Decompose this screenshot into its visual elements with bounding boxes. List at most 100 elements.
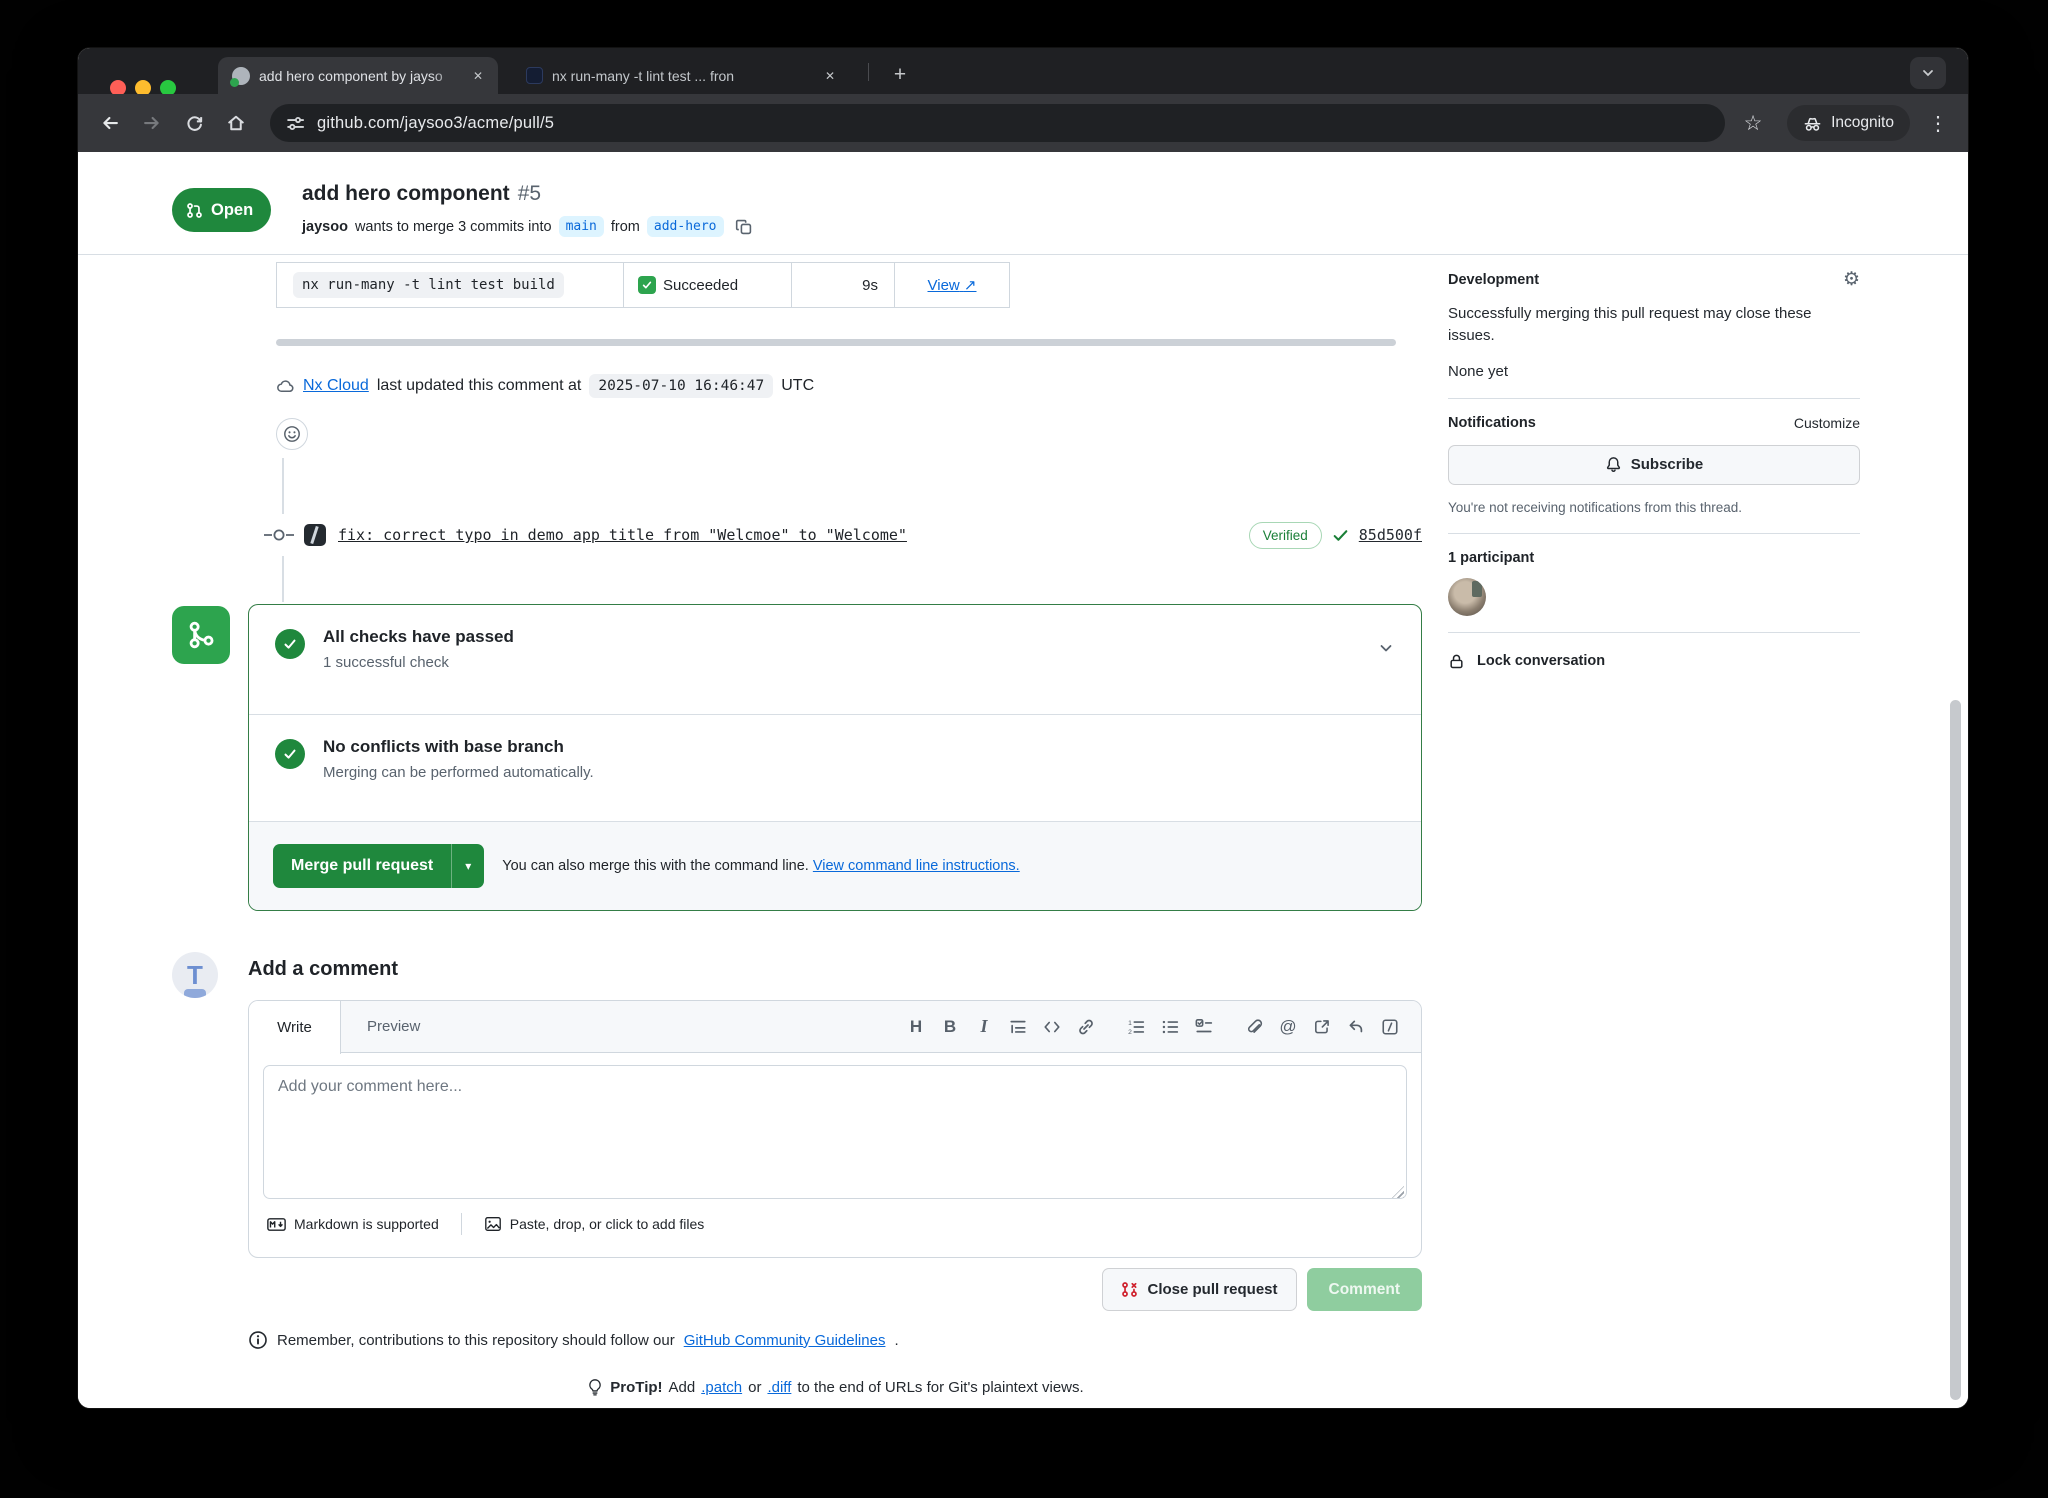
heading-icon[interactable]: H	[899, 1010, 933, 1044]
development-empty: None yet	[1448, 363, 1860, 380]
protip-label: ProTip!	[610, 1379, 662, 1396]
view-check-link[interactable]: View ↗	[928, 276, 977, 294]
checks-passed-section[interactable]: All checks have passed 1 successful chec…	[249, 605, 1421, 714]
sidebar-divider	[1448, 632, 1860, 633]
diff-link[interactable]: .diff	[767, 1379, 791, 1396]
incognito-badge: Incognito	[1787, 105, 1910, 141]
back-button[interactable]	[92, 105, 128, 141]
link-icon[interactable]	[1069, 1010, 1103, 1044]
tab-pull-request[interactable]: add hero component by jayso ✕	[218, 57, 498, 94]
from-word: from	[611, 219, 640, 235]
tab-close-icon[interactable]: ✕	[468, 66, 488, 86]
new-tab-button[interactable]: +	[884, 59, 916, 91]
unordered-list-icon[interactable]	[1153, 1010, 1187, 1044]
ordered-list-icon[interactable]: 12	[1119, 1010, 1153, 1044]
timeline-line	[282, 458, 284, 514]
git-pull-request-closed-icon	[1121, 1281, 1138, 1298]
incognito-label: Incognito	[1831, 114, 1894, 132]
merge-pull-request-button[interactable]: Merge pull request ▾	[273, 844, 484, 888]
paperclip-icon[interactable]	[1237, 1010, 1271, 1044]
timeline-line	[282, 556, 284, 602]
table-scrollbar[interactable]	[276, 339, 1396, 346]
check-status: Succeeded	[663, 277, 738, 294]
patch-link[interactable]: .patch	[701, 1379, 742, 1396]
community-guidelines-link[interactable]: GitHub Community Guidelines	[684, 1332, 886, 1349]
pr-merge-text: wants to merge 3 commits into	[355, 219, 552, 235]
git-commit-icon	[264, 527, 294, 543]
page-scrollbar[interactable]	[1950, 700, 1961, 1400]
protip-note: ProTip! Add .patch or .diff to the end o…	[248, 1378, 1422, 1396]
bot-timezone: UTC	[781, 377, 814, 395]
cross-reference-icon[interactable]	[1305, 1010, 1339, 1044]
tab-search-button[interactable]	[1910, 57, 1946, 89]
check-icon	[1332, 527, 1349, 544]
mention-icon[interactable]: @	[1271, 1010, 1305, 1044]
head-branch-chip[interactable]: add-hero	[647, 216, 724, 237]
lock-conversation-button[interactable]: Lock conversation	[1448, 653, 1860, 670]
customize-link[interactable]: Customize	[1794, 415, 1860, 431]
no-conflicts-title: No conflicts with base branch	[323, 737, 594, 757]
browser-window: add hero component by jayso ✕ nx run-man…	[78, 48, 1968, 1408]
tab-close-icon[interactable]: ✕	[820, 66, 840, 86]
bot-update-line: Nx Cloud last updated this comment at 20…	[276, 374, 814, 398]
current-user-avatar[interactable]: HT	[172, 952, 218, 998]
subscribe-label: Subscribe	[1631, 456, 1704, 473]
pr-number: #5	[518, 182, 541, 205]
commit-sha-link[interactable]: 85d500f	[1359, 526, 1422, 544]
bookmark-button[interactable]: ☆	[1735, 105, 1771, 141]
reply-icon[interactable]	[1339, 1010, 1373, 1044]
italic-icon[interactable]: I	[967, 1010, 1001, 1044]
no-conflicts-subtitle: Merging can be performed automatically.	[323, 764, 594, 781]
guidelines-note: Remember, contributions to this reposito…	[248, 1330, 899, 1350]
gear-icon[interactable]: ⚙	[1843, 270, 1860, 289]
checks-table-row: nx run-many -t lint test build Succeeded…	[276, 262, 1010, 308]
quote-icon[interactable]	[1001, 1010, 1035, 1044]
smiley-icon	[283, 425, 301, 443]
pr-sticky-header: Open add hero component#5 jaysoo wants t…	[78, 152, 1968, 255]
close-pull-request-button[interactable]: Close pull request	[1102, 1268, 1296, 1311]
comment-input[interactable]	[263, 1065, 1407, 1199]
home-button[interactable]	[218, 105, 254, 141]
add-comment-heading: Add a comment	[248, 958, 398, 981]
base-branch-chip[interactable]: main	[559, 216, 604, 237]
comment-submit-button[interactable]: Comment	[1307, 1268, 1422, 1311]
bot-name-link[interactable]: Nx Cloud	[303, 377, 369, 395]
copy-icon[interactable]	[735, 218, 753, 236]
attach-files-note[interactable]: Paste, drop, or click to add files	[484, 1215, 705, 1233]
pr-author[interactable]: jaysoo	[302, 219, 348, 235]
home-icon	[226, 113, 246, 133]
merge-options-caret[interactable]: ▾	[451, 844, 484, 888]
participant-avatar[interactable]	[1448, 578, 1486, 616]
reload-button[interactable]	[176, 105, 212, 141]
success-check-icon	[275, 739, 305, 769]
address-bar[interactable]: github.com/jaysoo3/acme/pull/5	[270, 104, 1725, 142]
forward-button[interactable]	[134, 105, 170, 141]
slash-command-icon[interactable]	[1373, 1010, 1407, 1044]
tab-write[interactable]: Write	[249, 1001, 341, 1054]
tasklist-icon[interactable]	[1187, 1010, 1221, 1044]
chevron-down-icon[interactable]	[1377, 639, 1395, 657]
verified-badge[interactable]: Verified	[1249, 522, 1322, 549]
tab-preview[interactable]: Preview	[341, 1018, 446, 1035]
sidebar-divider	[1448, 533, 1860, 534]
chevron-down-icon	[1920, 65, 1936, 81]
tab-strip: add hero component by jayso ✕ nx run-man…	[78, 48, 1968, 94]
bold-icon[interactable]: B	[933, 1010, 967, 1044]
add-reaction-button[interactable]	[276, 418, 308, 450]
commit-author-avatar[interactable]	[304, 524, 326, 546]
subscribe-button[interactable]: Subscribe	[1448, 445, 1860, 485]
markdown-supported-note[interactable]: Markdown is supported	[267, 1216, 439, 1232]
editor-header: Write Preview H B I	[249, 1001, 1421, 1053]
cli-instructions-link[interactable]: View command line instructions.	[813, 858, 1020, 874]
lightbulb-icon	[586, 1378, 604, 1396]
commit-message-link[interactable]: fix: correct typo in demo app title from…	[338, 526, 907, 544]
bot-timestamp: 2025-07-10 16:46:47	[589, 374, 773, 398]
code-icon[interactable]	[1035, 1010, 1069, 1044]
image-icon	[484, 1215, 502, 1233]
no-conflicts-section: No conflicts with base branch Merging ca…	[249, 714, 1421, 821]
comment-actions: Close pull request Comment	[248, 1268, 1422, 1311]
svg-text:2: 2	[1128, 1029, 1132, 1036]
merge-status-box: All checks have passed 1 successful chec…	[248, 604, 1422, 911]
tab-ci-run[interactable]: nx run-many -t lint test ... fron ✕	[510, 57, 850, 94]
overflow-menu-icon[interactable]: ⋮	[1922, 111, 1954, 136]
